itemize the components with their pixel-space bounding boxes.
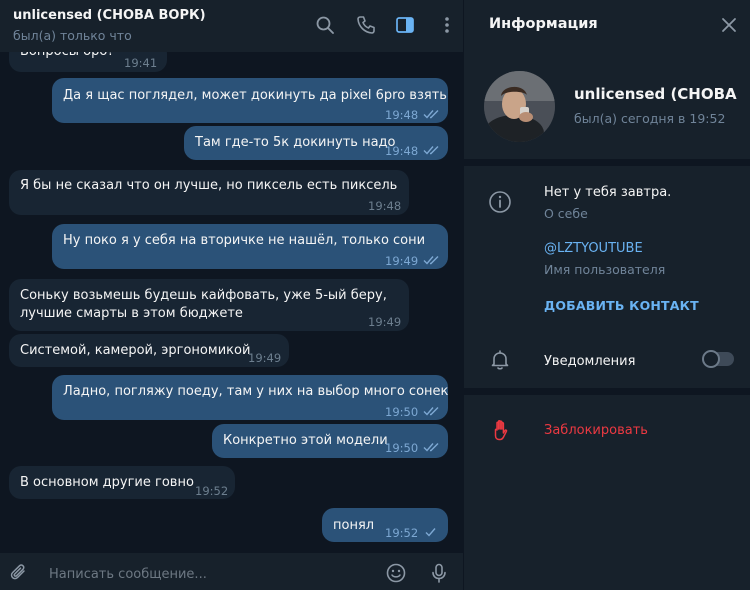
message-bubble[interactable]: Там где-то 5к докинуть надо 19:48 xyxy=(184,126,448,160)
hand-stop-icon xyxy=(489,418,513,442)
phone-icon[interactable] xyxy=(355,14,377,36)
message-bubble[interactable]: Системой, камерой, эргономикой 19:49 xyxy=(9,334,289,367)
message-time: 19:52 xyxy=(385,526,419,540)
section-divider xyxy=(464,159,750,166)
message-time: 19:49 xyxy=(248,351,282,365)
message-bubble[interactable]: Конкретно этой модели 19:50 xyxy=(212,424,448,458)
microphone-icon[interactable] xyxy=(428,562,450,584)
attach-icon[interactable] xyxy=(8,562,30,584)
message-time: 19:48 xyxy=(385,144,419,158)
message-text-line1: Соньку возьмешь будешь кайфовать, уже 5-… xyxy=(20,288,387,303)
bell-icon xyxy=(488,348,512,372)
message-bubble[interactable]: Вопросы оро? 19:41 xyxy=(9,52,167,72)
profile-status: был(а) сегодня в 19:52 xyxy=(574,111,726,126)
single-check-icon xyxy=(423,527,441,537)
username-link[interactable]: @LZTYOUTUBE xyxy=(544,241,643,256)
double-check-icon xyxy=(423,109,441,119)
sidebar-toggle-icon[interactable] xyxy=(394,14,416,36)
double-check-icon xyxy=(423,442,441,452)
message-text: Ладно, погляжу поеду, там у них на выбор… xyxy=(63,384,449,399)
block-user-button[interactable]: Заблокировать xyxy=(544,423,648,438)
message-time: 19:48 xyxy=(385,108,419,122)
message-bubble[interactable]: Я бы не сказал что он лучше, но пиксель … xyxy=(9,170,409,215)
chat-header[interactable]: unlicensed (СНОВА ВОРК) был(а) только чт… xyxy=(0,0,463,52)
close-icon[interactable] xyxy=(720,16,738,34)
bio-text: Нет у тебя завтра. xyxy=(544,185,672,200)
info-icon xyxy=(488,190,512,214)
toggle-knob xyxy=(702,350,720,368)
double-check-icon xyxy=(423,255,441,265)
message-bubble[interactable]: понял 19:52 xyxy=(322,508,448,542)
message-text: Системой, камерой, эргономикой xyxy=(20,343,251,358)
message-bubble[interactable]: Ну поко я у себя на вторичке не нашёл, т… xyxy=(52,224,448,269)
message-text: Конкретно этой модели xyxy=(223,433,388,448)
message-time: 19:50 xyxy=(385,441,419,455)
message-time: 19:49 xyxy=(385,254,419,268)
message-text: Там где-то 5к докинуть надо xyxy=(195,135,396,150)
message-text: Вопросы оро? xyxy=(20,52,114,61)
message-composer: Написать сообщение... xyxy=(0,553,463,590)
message-input[interactable]: Написать сообщение... xyxy=(49,567,207,582)
bio-label: О себе xyxy=(544,206,588,221)
info-panel: Информация unlicensed (СНОВА ВОРК) был(а… xyxy=(463,0,750,590)
username-label: Имя пользователя xyxy=(544,262,666,277)
message-bubble[interactable]: В основном другие говно 19:52 xyxy=(9,466,235,499)
message-bubble[interactable]: Ладно, погляжу поеду, там у них на выбор… xyxy=(52,375,448,420)
message-list[interactable]: Вопросы оро? 19:41 Да я щас поглядел, мо… xyxy=(0,52,463,553)
message-time: 19:50 xyxy=(385,405,419,419)
message-text: Я бы не сказал что он лучше, но пиксель … xyxy=(20,178,398,193)
message-text: В основном другие говно xyxy=(20,475,194,490)
emoji-icon[interactable] xyxy=(385,562,407,584)
double-check-icon xyxy=(423,406,441,416)
search-icon[interactable] xyxy=(314,14,336,36)
message-time: 19:52 xyxy=(195,484,229,498)
message-bubble[interactable]: Соньку возьмешь будешь кайфовать, уже 5-… xyxy=(9,279,409,331)
chat-title[interactable]: unlicensed (СНОВА ВОРК) xyxy=(13,8,206,23)
double-check-icon xyxy=(423,145,441,155)
message-bubble[interactable]: Да я щас поглядел, может докинуть да pix… xyxy=(52,78,448,123)
info-panel-title: Информация xyxy=(489,16,598,32)
notifications-toggle[interactable] xyxy=(702,350,734,368)
notifications-label: Уведомления xyxy=(544,354,636,369)
message-text-line2: лучшие смарты в этом бюджете xyxy=(20,306,243,321)
profile-name: unlicensed (СНОВА ВОРК) xyxy=(574,85,742,103)
section-divider xyxy=(464,388,750,395)
message-time: 19:49 xyxy=(368,315,402,329)
more-vertical-icon[interactable] xyxy=(436,14,458,36)
message-text: понял xyxy=(333,518,375,533)
chat-panel: Вопросы оро? 19:41 Да я щас поглядел, мо… xyxy=(0,0,463,590)
message-text: Да я щас поглядел, может докинуть да pix… xyxy=(63,88,447,103)
chat-status: был(а) только что xyxy=(13,28,132,43)
message-time: 19:41 xyxy=(124,56,158,70)
add-contact-button[interactable]: ДОБАВИТЬ КОНТАКТ xyxy=(544,298,699,313)
avatar[interactable] xyxy=(484,71,555,142)
message-text: Ну поко я у себя на вторичке не нашёл, т… xyxy=(63,233,426,248)
message-time: 19:48 xyxy=(368,199,402,213)
